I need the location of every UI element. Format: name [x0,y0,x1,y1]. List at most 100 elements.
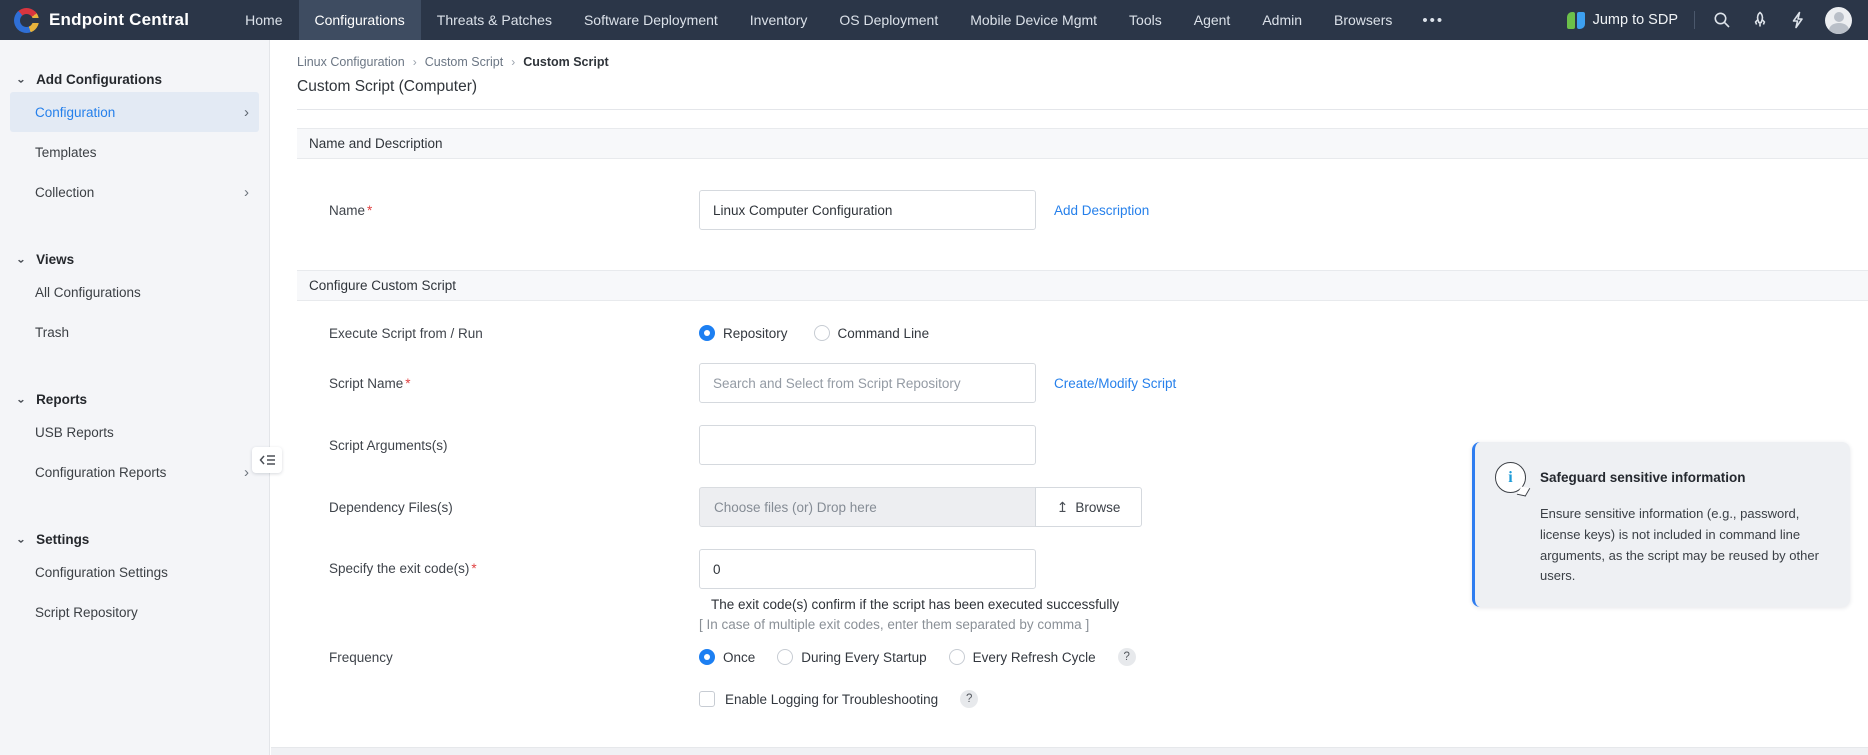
radio-label: During Every Startup [801,650,926,665]
name-input[interactable] [699,190,1036,230]
breadcrumb-separator-icon: › [413,55,417,69]
nav-item-home[interactable]: Home [229,0,298,40]
frequency-row: Frequency Once During Every Startup Ever… [271,648,1868,666]
sidebar-item-collection[interactable]: Collection › [10,172,259,212]
name-row: Name* Add Description [271,190,1868,230]
nav-more-icon[interactable]: ••• [1408,0,1458,40]
sidebar-item-templates[interactable]: Templates [10,132,259,172]
jump-to-sdp-label: Jump to SDP [1593,12,1678,28]
sidebar-section-add-configurations: ⌄ Add Configurations Configuration › Tem… [0,66,269,212]
nav-item-configurations[interactable]: Configurations [299,0,421,40]
info-box-title: Safeguard sensitive information [1540,470,1746,485]
sidebar-item-label: Configuration Settings [35,565,168,580]
section-header-name-description: Name and Description [297,128,1868,159]
script-name-input[interactable] [699,363,1036,403]
radio-unselected-icon[interactable] [949,649,965,665]
brand-title: Endpoint Central [49,10,189,30]
breadcrumb-linux-configuration[interactable]: Linux Configuration [297,55,405,69]
sidebar-item-script-repository[interactable]: Script Repository [10,592,259,632]
user-avatar[interactable] [1825,7,1852,34]
chevron-down-icon: ⌄ [16,253,26,265]
sidebar-header-reports[interactable]: ⌄ Reports [0,386,269,412]
add-description-link[interactable]: Add Description [1054,203,1149,218]
radio-selected-icon[interactable] [699,325,715,341]
radio-label: Repository [723,326,788,341]
radio-during-every-startup[interactable]: During Every Startup [777,649,926,665]
search-icon[interactable] [1711,9,1733,31]
sidebar-item-configuration-settings[interactable]: Configuration Settings [10,552,259,592]
radio-every-refresh-cycle[interactable]: Every Refresh Cycle [949,649,1096,665]
sidebar-item-label: Script Repository [35,605,138,620]
navbar-divider [1694,11,1695,29]
sidebar-item-label: Trash [35,325,69,340]
left-sidebar: ⌄ Add Configurations Configuration › Tem… [0,40,270,755]
radio-once[interactable]: Once [699,649,755,665]
radio-unselected-icon[interactable] [777,649,793,665]
checkbox-unchecked-icon[interactable] [699,691,715,707]
exit-code-help-note: [ In case of multiple exit codes, enter … [699,617,1089,632]
sidebar-section-settings: ⌄ Settings Configuration Settings Script… [0,526,269,632]
browse-button-label: Browse [1075,500,1120,515]
jump-to-sdp-button[interactable]: Jump to SDP [1567,12,1678,29]
safeguard-info-box: i Safeguard sensitive information Ensure… [1472,442,1850,607]
rocket-icon[interactable] [1749,9,1771,31]
sidebar-collapse-icon[interactable] [252,447,282,473]
sidebar-item-configuration[interactable]: Configuration › [10,92,259,132]
logging-checkbox-option[interactable]: Enable Logging for Troubleshooting [699,691,938,707]
frequency-label: Frequency [329,650,699,665]
breadcrumb-custom-script[interactable]: Custom Script [425,55,504,69]
sidebar-item-configuration-reports[interactable]: Configuration Reports › [10,452,259,492]
radio-label: Every Refresh Cycle [973,650,1096,665]
nav-item-browsers[interactable]: Browsers [1318,0,1408,40]
logging-help-icon[interactable]: ? [960,690,978,708]
nav-item-os-deployment[interactable]: OS Deployment [823,0,954,40]
breadcrumb: Linux Configuration › Custom Script › Cu… [297,55,1868,69]
nav-item-threats-patches[interactable]: Threats & Patches [421,0,568,40]
nav-item-inventory[interactable]: Inventory [734,0,824,40]
sidebar-item-trash[interactable]: Trash [10,312,259,352]
create-modify-script-link[interactable]: Create/Modify Script [1054,376,1176,391]
chevron-down-icon: ⌄ [16,533,26,545]
dependency-dropzone[interactable]: Choose files (or) Drop here [699,487,1036,527]
sidebar-header-add-configurations[interactable]: ⌄ Add Configurations [0,66,269,92]
execute-script-label: Execute Script from / Run [329,326,699,341]
nav-item-software-deployment[interactable]: Software Deployment [568,0,734,40]
top-navbar: Endpoint Central Home Configurations Thr… [0,0,1868,40]
script-arguments-input[interactable] [699,425,1036,465]
section-header-configure-custom-script: Configure Custom Script [297,270,1868,301]
sidebar-item-label: All Configurations [35,285,141,300]
required-mark: * [471,561,476,576]
page-title: Custom Script (Computer) [297,78,1868,96]
radio-label: Command Line [838,326,930,341]
sidebar-header-label: Views [36,252,74,267]
sidebar-header-settings[interactable]: ⌄ Settings [0,526,269,552]
sidebar-header-label: Add Configurations [36,72,162,87]
radio-unselected-icon[interactable] [814,325,830,341]
nav-item-mobile-device-mgmt[interactable]: Mobile Device Mgmt [954,0,1113,40]
exit-code-input[interactable] [699,549,1036,589]
radio-selected-icon[interactable] [699,649,715,665]
browse-button[interactable]: ↥ Browse [1035,487,1142,527]
chevron-right-icon: › [244,464,249,481]
sidebar-header-label: Reports [36,392,87,407]
frequency-help-icon[interactable]: ? [1118,648,1136,666]
next-section-edge [271,747,1868,755]
nav-item-admin[interactable]: Admin [1246,0,1318,40]
main-content: Linux Configuration › Custom Script › Cu… [271,40,1868,755]
chevron-right-icon: › [244,104,249,121]
exit-code-help-text: The exit code(s) confirm if the script h… [699,597,1119,612]
required-mark: * [367,203,372,218]
navbar-right-cluster: Jump to SDP [1567,7,1868,34]
nav-item-agent[interactable]: Agent [1178,0,1247,40]
radio-repository[interactable]: Repository [699,325,788,341]
execute-script-row: Execute Script from / Run Repository Com… [271,325,1868,341]
script-name-label: Script Name* [329,376,699,391]
sidebar-item-all-configurations[interactable]: All Configurations [10,272,259,312]
sidebar-header-views[interactable]: ⌄ Views [0,246,269,272]
sidebar-item-usb-reports[interactable]: USB Reports [10,412,259,452]
lightning-icon[interactable] [1787,9,1809,31]
nav-item-tools[interactable]: Tools [1113,0,1178,40]
breadcrumb-current: Custom Script [523,55,608,69]
radio-command-line[interactable]: Command Line [814,325,930,341]
exit-code-label: Specify the exit code(s)* [329,561,699,576]
